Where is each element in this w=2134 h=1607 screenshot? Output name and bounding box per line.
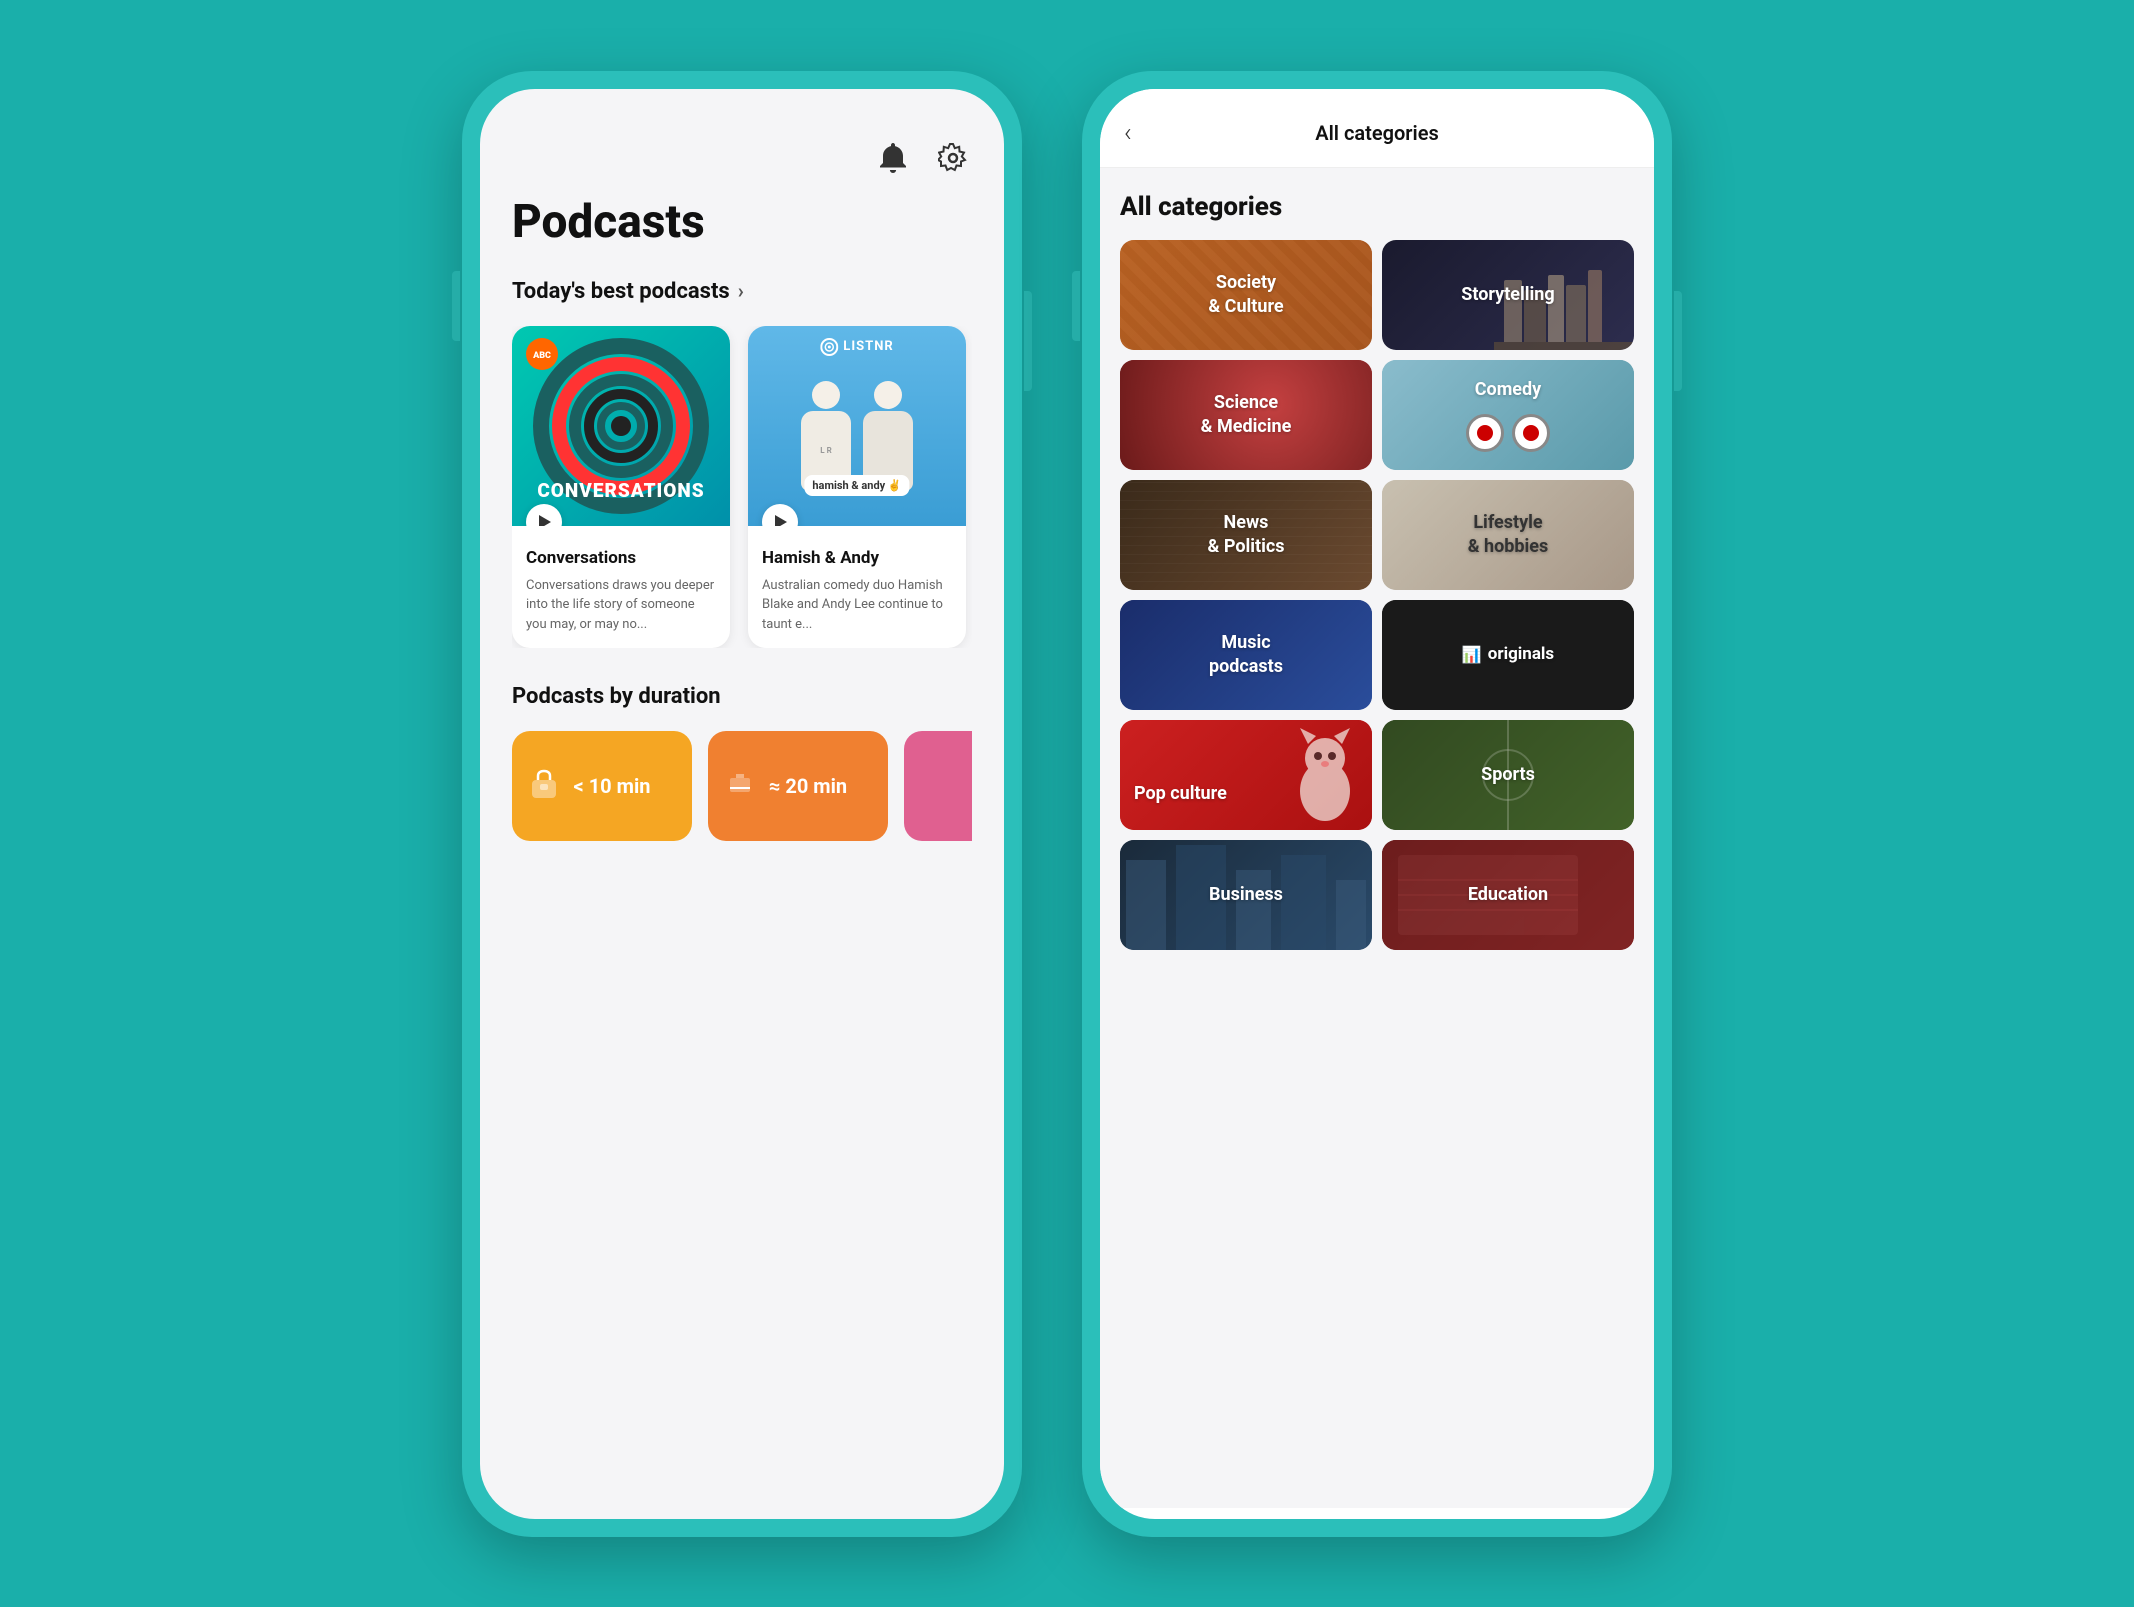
duration-card-partial[interactable] (904, 731, 972, 841)
podcast-name-hamish: Hamish & Andy (762, 548, 952, 568)
cat-label-business: Business (1209, 883, 1283, 906)
category-news[interactable]: News& Politics (1120, 480, 1372, 590)
category-storytelling[interactable]: Storytelling (1382, 240, 1634, 350)
podcast-card-hamish[interactable]: LISTNR L R (748, 326, 966, 649)
cat-graphic (1290, 726, 1360, 826)
category-education[interactable]: Education (1382, 840, 1634, 950)
listnr-logo: LISTNR (820, 338, 893, 356)
settings-icon[interactable] (934, 139, 972, 177)
svg-text:ABC: ABC (532, 351, 551, 361)
hamish-badge: hamish & andy ✌ (804, 475, 909, 496)
left-phone: Podcasts Today's best podcasts › ABC (462, 71, 1022, 1537)
category-music[interactable]: Musicpodcasts (1120, 600, 1372, 710)
originals-bars-icon: 📊 (1462, 645, 1482, 664)
podcast-desc-hamish: Australian comedy duo Hamish Blake and A… (762, 576, 952, 635)
cat-label-popculture: Pop culture (1134, 782, 1227, 805)
category-popculture[interactable]: Pop culture (1120, 720, 1372, 830)
category-society[interactable]: Society& Culture (1120, 240, 1372, 350)
right-nav: ‹ All categories (1100, 89, 1654, 168)
category-originals[interactable]: 📊 originals (1382, 600, 1634, 710)
podcast-scroll: ABC CON (512, 326, 972, 649)
cat-label-storytelling: Storytelling (1461, 283, 1554, 306)
podcast-desc-conversations: Conversations draws you deeper into the … (526, 576, 716, 635)
todays-best-heading: Today's best podcasts › (512, 279, 972, 304)
conversations-title-overlay: CONVERSATIONS (537, 479, 704, 502)
podcast-card-conversations[interactable]: ABC CON (512, 326, 730, 649)
duration-label: Podcasts by duration (512, 684, 721, 709)
cat-label-originals: originals (1488, 643, 1554, 665)
nav-title: All categories (1315, 121, 1439, 145)
duration-heading: Podcasts by duration (512, 684, 972, 709)
right-screen: ‹ All categories All categories Society&… (1100, 89, 1654, 1519)
abc-logo: ABC (526, 338, 558, 370)
category-comedy[interactable]: Comedy (1382, 360, 1634, 470)
tool-icon (722, 766, 758, 802)
duration-cards: < 10 min ≈ 20 min (512, 731, 972, 841)
duration-card-20[interactable]: ≈ 20 min (708, 731, 888, 841)
back-button[interactable]: ‹ (1124, 118, 1132, 148)
cat-label-science: Science& Medicine (1201, 391, 1292, 438)
category-science[interactable]: Science& Medicine (1120, 360, 1372, 470)
duration-label-20: ≈ 20 min (769, 774, 847, 798)
podcast-name-conversations: Conversations (526, 548, 716, 568)
cat-label-sports: Sports (1481, 763, 1535, 786)
categories-content: All categories Society& Culture (1100, 168, 1654, 1508)
page-title: Podcasts (512, 195, 972, 249)
right-phone: ‹ All categories All categories Society&… (1082, 71, 1672, 1537)
category-sports[interactable]: Sports (1382, 720, 1634, 830)
cat-label-education: Education (1468, 883, 1548, 906)
cat-label-lifestyle: Lifestyle& hobbies (1468, 511, 1549, 558)
cat-label-news: News& Politics (1208, 511, 1285, 558)
categories-grid: Society& Culture (1120, 240, 1634, 950)
notification-icon[interactable] (874, 139, 912, 177)
duration-label-10: < 10 min (574, 774, 651, 798)
category-business[interactable]: Business (1120, 840, 1372, 950)
duration-card-10[interactable]: < 10 min (512, 731, 692, 841)
bag-icon (526, 766, 562, 802)
cat-label-society: Society& Culture (1208, 271, 1283, 318)
chevron-right-icon[interactable]: › (738, 279, 744, 303)
left-header (512, 139, 972, 177)
category-lifestyle[interactable]: Lifestyle& hobbies (1382, 480, 1634, 590)
todays-best-label: Today's best podcasts (512, 279, 730, 304)
cat-label-comedy: Comedy (1475, 378, 1541, 401)
cat-label-music: Musicpodcasts (1209, 631, 1283, 678)
categories-heading: All categories (1120, 192, 1634, 222)
left-screen: Podcasts Today's best podcasts › ABC (480, 89, 1004, 1519)
